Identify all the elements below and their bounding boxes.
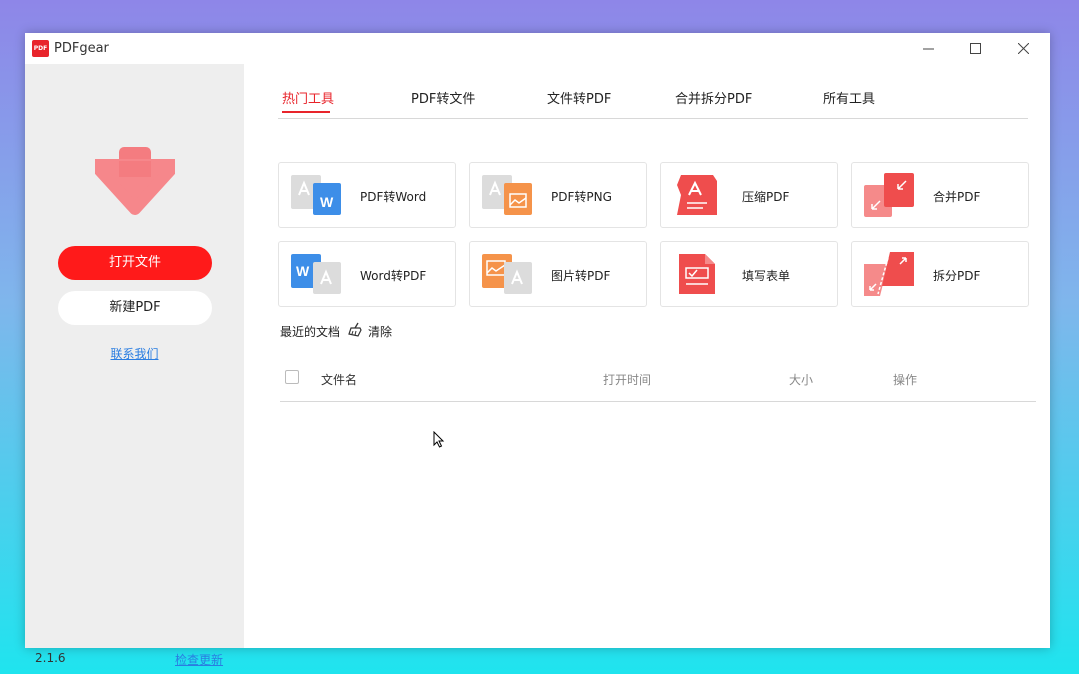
open-file-button[interactable]: 打开文件 xyxy=(58,246,212,280)
sidebar: 打开文件 新建PDF 联系我们 2.1.6 检查更新 xyxy=(25,64,244,667)
tab-all-tools[interactable]: 所有工具 xyxy=(823,88,875,107)
version-label: 2.1.6 xyxy=(35,651,66,665)
tab-file-to-pdf[interactable]: 文件转PDF xyxy=(547,88,611,107)
tab-popular-tools[interactable]: 热门工具 xyxy=(282,88,334,107)
broom-icon[interactable] xyxy=(348,322,364,337)
check-update-link[interactable]: 检查更新 xyxy=(175,651,223,668)
tool-card-fill-form[interactable]: 填写表单 xyxy=(660,241,838,307)
tool-card-merge-pdf[interactable]: 合并PDF xyxy=(851,162,1029,228)
app-title: PDFgear xyxy=(54,41,109,56)
mouse-cursor-icon xyxy=(433,431,445,448)
column-open-time[interactable]: 打开时间 xyxy=(603,371,651,388)
compress-pdf-icon xyxy=(677,175,717,215)
recent-documents-title: 最近的文档 xyxy=(280,325,341,339)
tool-card-split-pdf[interactable]: 拆分PDF xyxy=(851,241,1029,307)
active-tab-indicator xyxy=(282,111,330,113)
word-to-pdf-icon: W xyxy=(291,254,341,294)
tab-merge-split-pdf[interactable]: 合并拆分PDF xyxy=(675,88,752,107)
clear-recent-button[interactable]: 清除 xyxy=(368,323,392,340)
column-filename[interactable]: 文件名 xyxy=(321,371,357,388)
close-button[interactable] xyxy=(1000,33,1046,64)
image-to-pdf-icon xyxy=(482,254,532,294)
main-panel: 热门工具 PDF转文件 文件转PDF 合并拆分PDF 所有工具 W PDF转Wo… xyxy=(244,64,1050,648)
app-logo-icon: PDF xyxy=(32,40,49,57)
fill-form-icon xyxy=(679,254,715,294)
recent-table-header: 文件名 打开时间 大小 操作 xyxy=(280,357,1036,402)
tool-label: 压缩PDF xyxy=(742,190,790,204)
svg-text:W: W xyxy=(320,194,334,210)
title-bar: PDF PDFgear xyxy=(25,33,1050,64)
tool-label: 图片转PDF xyxy=(551,269,611,283)
tool-label: 拆分PDF xyxy=(933,269,981,283)
tool-tabs: 热门工具 PDF转文件 文件转PDF 合并拆分PDF 所有工具 xyxy=(278,64,1028,119)
tool-label: 合并PDF xyxy=(933,190,981,204)
minimize-icon xyxy=(922,48,934,50)
tool-label: PDF转PNG xyxy=(551,190,612,204)
minimize-button[interactable] xyxy=(905,33,951,64)
tool-label: Word转PDF xyxy=(360,269,427,283)
pdf-to-word-icon: W xyxy=(291,175,341,215)
split-pdf-icon xyxy=(864,252,914,296)
svg-text:W: W xyxy=(296,263,310,279)
tool-card-pdf-to-word[interactable]: W PDF转Word xyxy=(278,162,456,228)
tool-label: PDF转Word xyxy=(360,190,427,204)
tool-card-word-to-pdf[interactable]: W Word转PDF xyxy=(278,241,456,307)
merge-pdf-icon xyxy=(864,173,914,217)
app-window: PDF PDFgear 打开文件 新建PDF 联系我们 2.1.6 检查更新 热… xyxy=(25,33,1050,667)
select-all-checkbox[interactable] xyxy=(285,370,299,384)
close-icon xyxy=(1017,43,1029,54)
contact-us-link[interactable]: 联系我们 xyxy=(25,345,244,362)
tab-pdf-to-file[interactable]: PDF转文件 xyxy=(411,88,475,107)
column-actions: 操作 xyxy=(893,373,918,387)
pdf-to-png-icon xyxy=(482,175,532,215)
new-pdf-button[interactable]: 新建PDF xyxy=(58,291,212,325)
tool-card-image-to-pdf[interactable]: 图片转PDF xyxy=(469,241,647,307)
tool-card-pdf-to-png[interactable]: PDF转PNG xyxy=(469,162,647,228)
tool-label: 填写表单 xyxy=(742,269,791,283)
drop-file-arrow-icon xyxy=(95,147,175,215)
maximize-button[interactable] xyxy=(952,33,998,64)
tool-card-compress-pdf[interactable]: 压缩PDF xyxy=(660,162,838,228)
column-size[interactable]: 大小 xyxy=(789,371,813,388)
maximize-icon xyxy=(969,43,981,54)
